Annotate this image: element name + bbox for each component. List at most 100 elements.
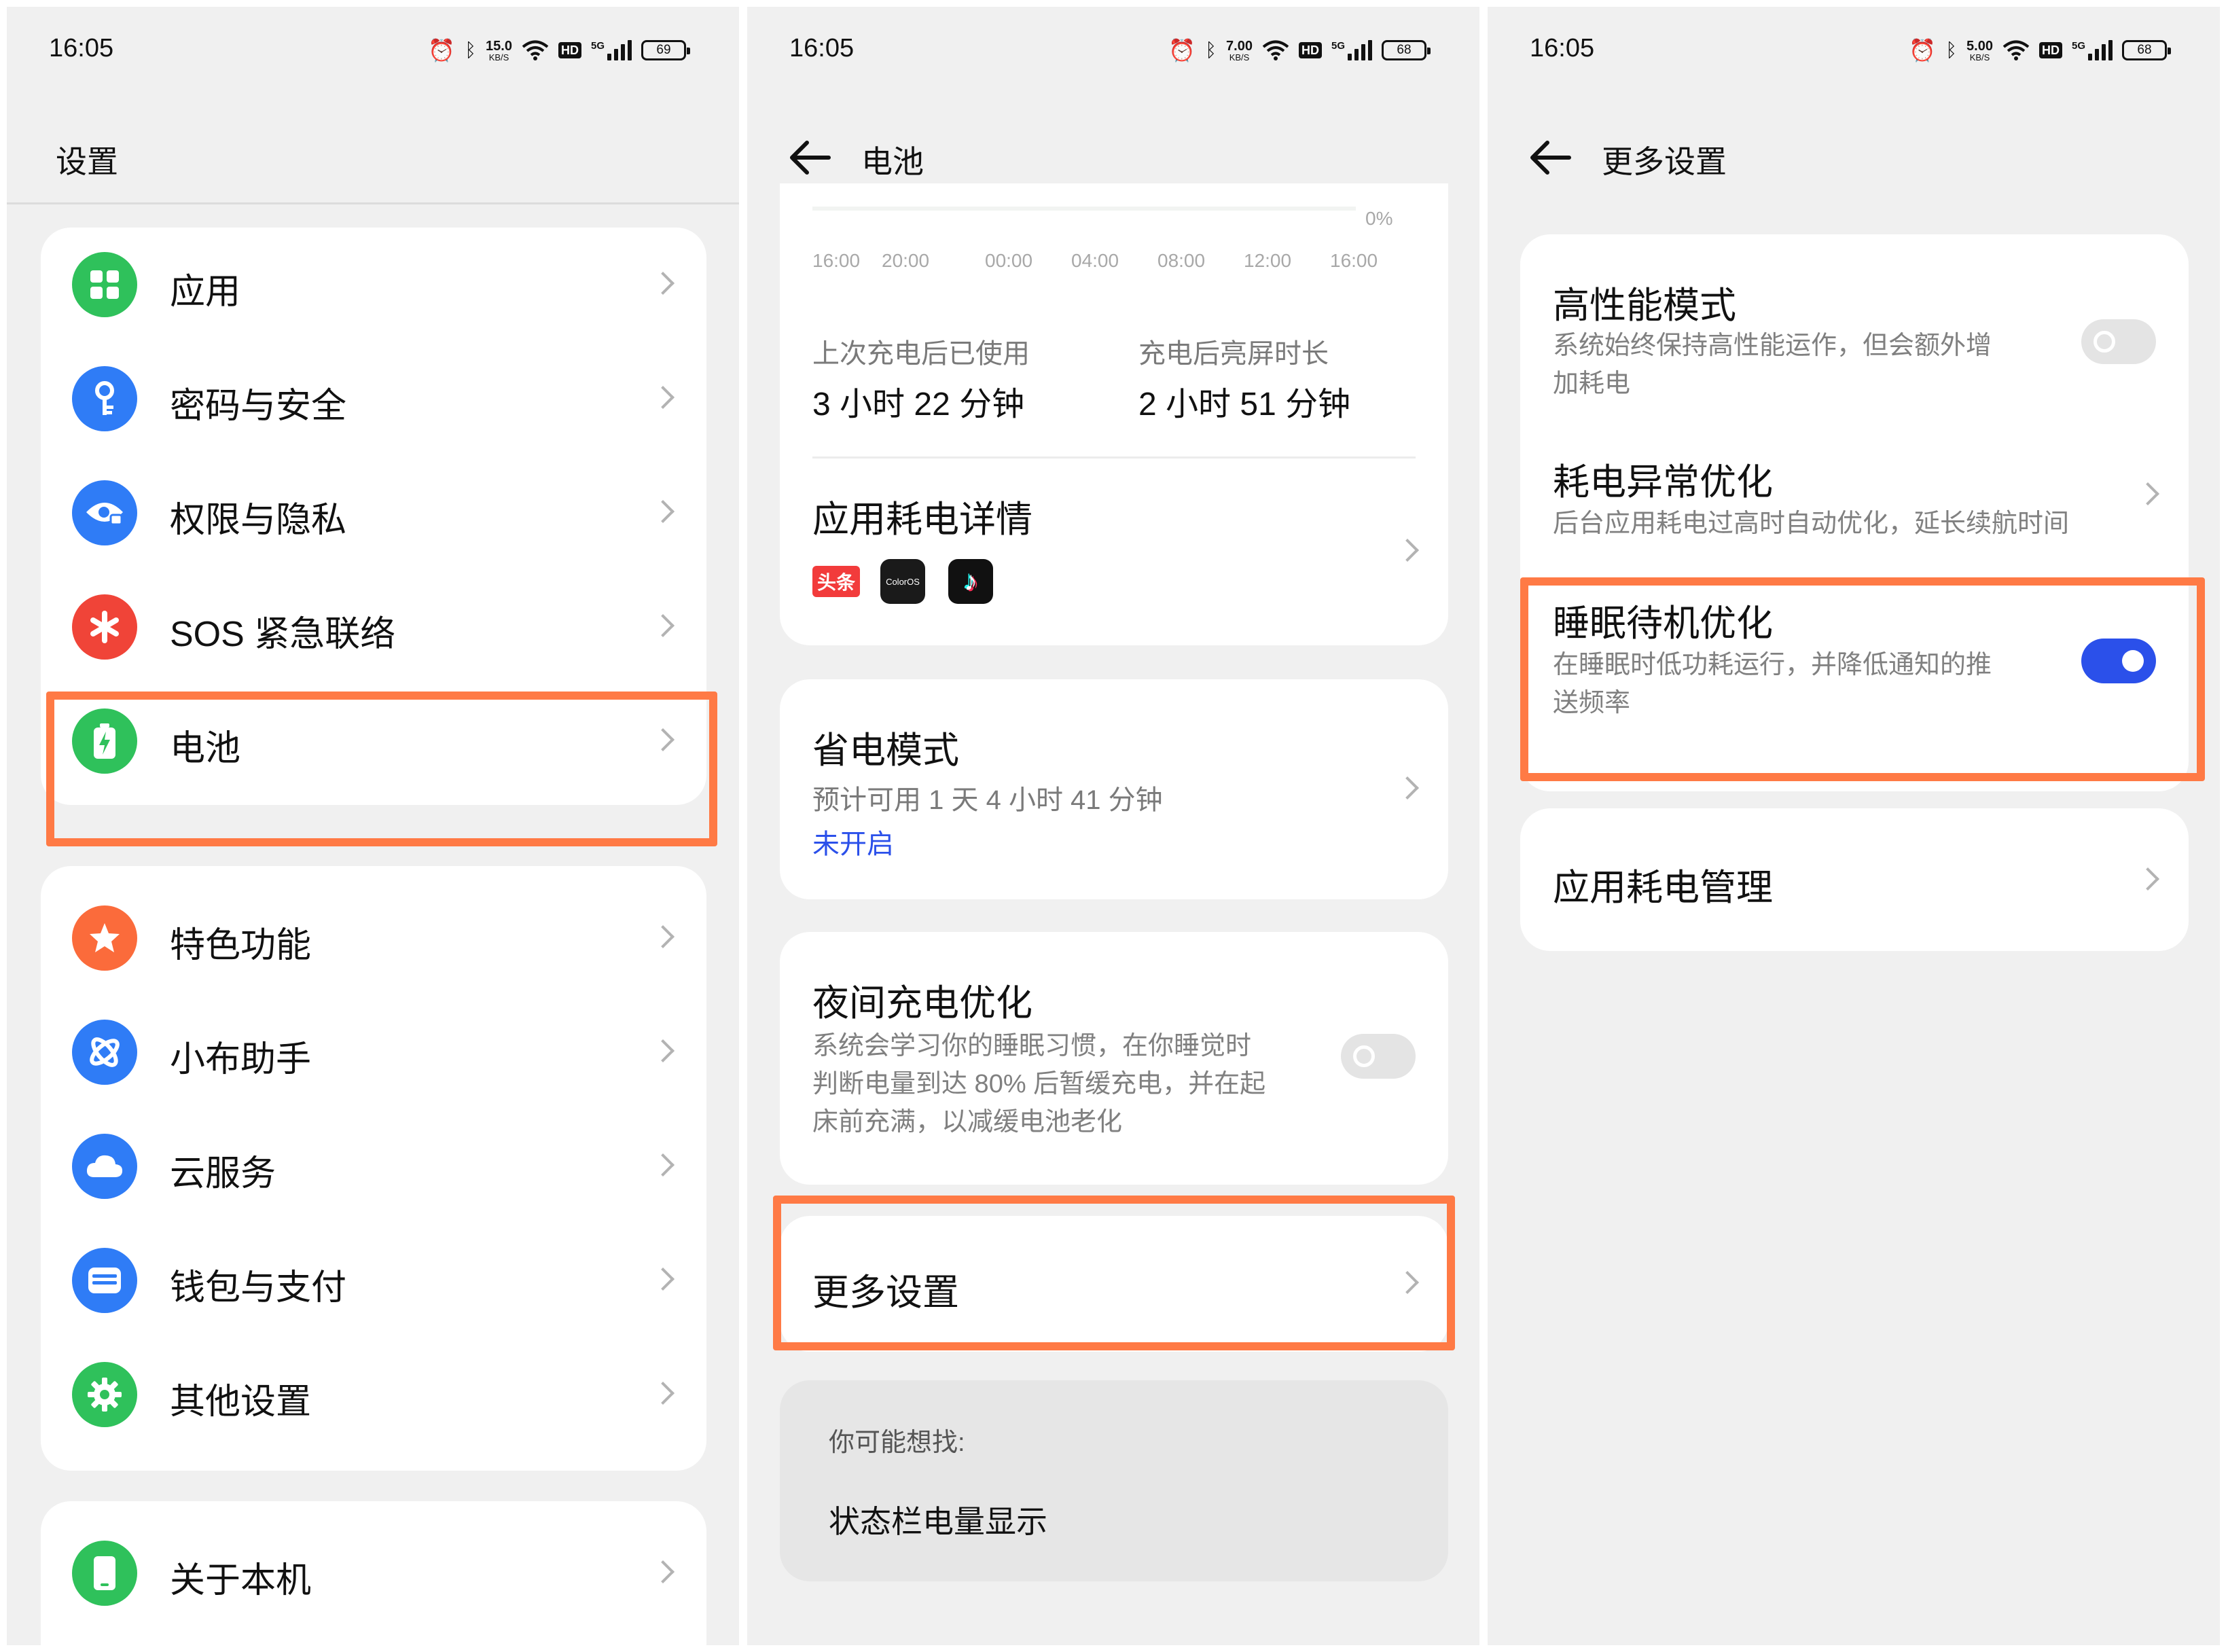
chevron-right-icon (1396, 539, 1419, 562)
screen-on-value: 2 小时 51 分钟 (1138, 387, 1351, 423)
wifi-icon (1262, 40, 1289, 60)
battery-level: 68 (1382, 40, 1431, 60)
battery-usage-card: 0% 16:00 20:00 00:00 04:00 08:00 12:00 16:00 上… (780, 183, 1448, 645)
chart-tick-label: 16:00 (812, 250, 861, 271)
wifi-icon (522, 40, 549, 60)
power-saving-title: 省电模式 (812, 730, 959, 771)
high-performance-desc: 系统始终保持高性能运作，但会额外增 加耗电 (1553, 331, 1992, 398)
suggestion-heading: 你可能想找: (829, 1429, 965, 1457)
more-settings-screen: 16:05 ⏰ ᛒ 5.00 KB/S HD 5G 68 更多设置 高性能模式 系… (1488, 7, 2220, 1645)
power-saving-state: 未开启 (812, 829, 894, 859)
suggestion-card: 你可能想找: 状态栏电量显示 (780, 1380, 1448, 1581)
chevron-right-icon (651, 728, 675, 751)
settings-item-battery[interactable]: 电池 (41, 684, 706, 798)
status-time: 16:05 (49, 34, 114, 62)
chart-tick-label: 00:00 (985, 250, 1033, 271)
coloros-app-icon: ColorOS (880, 559, 925, 604)
settings-item-label: 云服务 (170, 1154, 276, 1193)
key-icon (72, 366, 137, 431)
battery-screen: 16:05 ⏰ ᛒ 7.00 KB/S HD 5G 68 电池 0% 16:00 2… (747, 7, 1479, 1645)
settings-screen: 16:05 ⏰ ᛒ 15.0KB/S HD 5G 69 设置 应用 密码与安全 (7, 7, 739, 1645)
wallet-icon (72, 1248, 137, 1313)
status-bar: 16:05 ⏰ ᛒ 5.00 KB/S HD 5G 68 (1488, 7, 2220, 88)
since-charge-label: 上次充电后已使用 (812, 339, 1030, 369)
power-saving-card[interactable]: 省电模式 预计可用 1 天 4 小时 41 分钟 未开启 (780, 679, 1448, 899)
star-icon (72, 905, 137, 971)
network-speed: 5.00 KB/S (1966, 38, 1993, 62)
suggestion-statusbar-battery[interactable]: 状态栏电量显示 (829, 1497, 1047, 1542)
signal-icon: 5G (591, 40, 632, 60)
settings-item-features[interactable]: 特色功能 (41, 881, 706, 995)
high-performance-toggle[interactable] (2081, 319, 2156, 364)
bluetooth-icon: ᛒ (1945, 39, 1958, 60)
app-power-details-row[interactable]: 应用耗电详情 头条 ColorOS ♪ (780, 459, 1448, 645)
wifi-icon (2002, 40, 2030, 60)
night-charge-card: 夜间充电优化 系统会学习你的睡眠习惯，在你睡觉时 判断电量到达 80% 后暂缓充… (780, 932, 1448, 1185)
back-arrow-icon[interactable] (787, 137, 834, 178)
settings-item-label: 特色功能 (170, 926, 312, 965)
settings-item-about[interactable]: 关于本机 (41, 1516, 706, 1630)
settings-item-label: 钱包与支付 (170, 1268, 347, 1308)
chevron-right-icon (2136, 867, 2159, 891)
power-saving-estimate: 预计可用 1 天 4 小时 41 分钟 (812, 785, 1163, 815)
privacy-eye-icon (72, 480, 137, 545)
chart-tick-label: 12:00 (1244, 250, 1292, 271)
alarm-icon: ⏰ (1909, 38, 1937, 62)
chevron-right-icon (651, 386, 675, 409)
abnormal-drain-desc: 后台应用耗电过高时自动优化，延长续航时间 (1553, 509, 2070, 538)
chart-percent-label: 0% (1365, 208, 1393, 229)
settings-item-assistant[interactable]: 小布助手 (41, 995, 706, 1109)
chevron-right-icon (1396, 1271, 1419, 1294)
chevron-right-icon (651, 1560, 675, 1583)
settings-item-label: 小布助手 (170, 1040, 312, 1079)
signal-icon: 5G (2072, 40, 2113, 60)
app-power-management-row[interactable]: 应用耗电管理 (1520, 808, 2189, 951)
settings-item-apps[interactable]: 应用 (41, 228, 706, 342)
network-speed: 15.0 KB/S (486, 38, 512, 62)
more-settings-row[interactable]: 更多设置 (780, 1216, 1448, 1352)
sleep-standby-title: 睡眠待机优化 (1553, 603, 1773, 644)
settings-group-3: 关于本机 (41, 1501, 706, 1645)
settings-item-wallet[interactable]: 钱包与支付 (41, 1223, 706, 1337)
settings-item-label: SOS 紧急联络 (170, 615, 396, 654)
douyin-app-icon: ♪ (948, 559, 993, 604)
chevron-right-icon (651, 1382, 675, 1405)
settings-item-privacy[interactable]: 权限与隐私 (41, 456, 706, 570)
battery-level: 68 (2122, 40, 2171, 60)
chevron-right-icon (1396, 776, 1419, 800)
toutiao-app-icon: 头条 (812, 566, 860, 597)
chart-tick-label: 08:00 (1157, 250, 1206, 271)
more-settings-card: 高性能模式 系统始终保持高性能运作，但会额外增 加耗电 耗电异常优化 后台应用耗… (1520, 234, 2189, 791)
alarm-icon: ⏰ (1168, 38, 1196, 62)
alarm-icon: ⏰ (428, 38, 456, 62)
status-time: 16:05 (1530, 34, 1595, 62)
settings-item-password-security[interactable]: 密码与安全 (41, 342, 706, 456)
abnormal-drain-row[interactable]: 耗电异常优化 后台应用耗电过高时自动优化，延长续航时间 (1520, 418, 2189, 554)
screen-on-label: 充电后亮屏时长 (1138, 339, 1329, 369)
settings-item-label: 电池 (170, 729, 241, 768)
chart-tick-label: 20:00 (882, 250, 930, 271)
page-title: 设置 (56, 144, 118, 179)
settings-item-other[interactable]: 其他设置 (41, 1337, 706, 1452)
battery-level: 69 (641, 40, 690, 60)
cloud-icon (72, 1134, 137, 1199)
chevron-right-icon (651, 272, 675, 295)
sleep-standby-row: 睡眠待机优化 在睡眠时低功耗运行，并降低通知的推 送频率 (1520, 554, 2189, 791)
night-charge-title: 夜间充电优化 (812, 983, 1032, 1024)
night-charge-toggle[interactable] (1341, 1034, 1416, 1079)
settings-item-cloud[interactable]: 云服务 (41, 1109, 706, 1223)
bluetooth-icon: ᛒ (1205, 39, 1217, 60)
settings-group-1: 应用 密码与安全 权限与隐私 SOS 紧急联络 电池 (41, 228, 706, 805)
chevron-right-icon (651, 1153, 675, 1177)
sos-asterisk-icon (72, 594, 137, 660)
signal-icon: 5G (1331, 40, 1372, 60)
settings-item-label: 应用 (170, 272, 241, 312)
page-title: 电池 (861, 144, 924, 179)
more-settings-label: 更多设置 (812, 1272, 959, 1313)
back-arrow-icon[interactable] (1527, 137, 1575, 178)
high-performance-row: 高性能模式 系统始终保持高性能运作，但会额外增 加耗电 (1520, 234, 2189, 418)
settings-item-sos[interactable]: SOS 紧急联络 (41, 570, 706, 684)
status-bar: 16:05 ⏰ ᛒ 7.00 KB/S HD 5G 68 (747, 7, 1479, 88)
chevron-right-icon (651, 1039, 675, 1062)
sleep-standby-toggle[interactable] (2081, 639, 2156, 683)
